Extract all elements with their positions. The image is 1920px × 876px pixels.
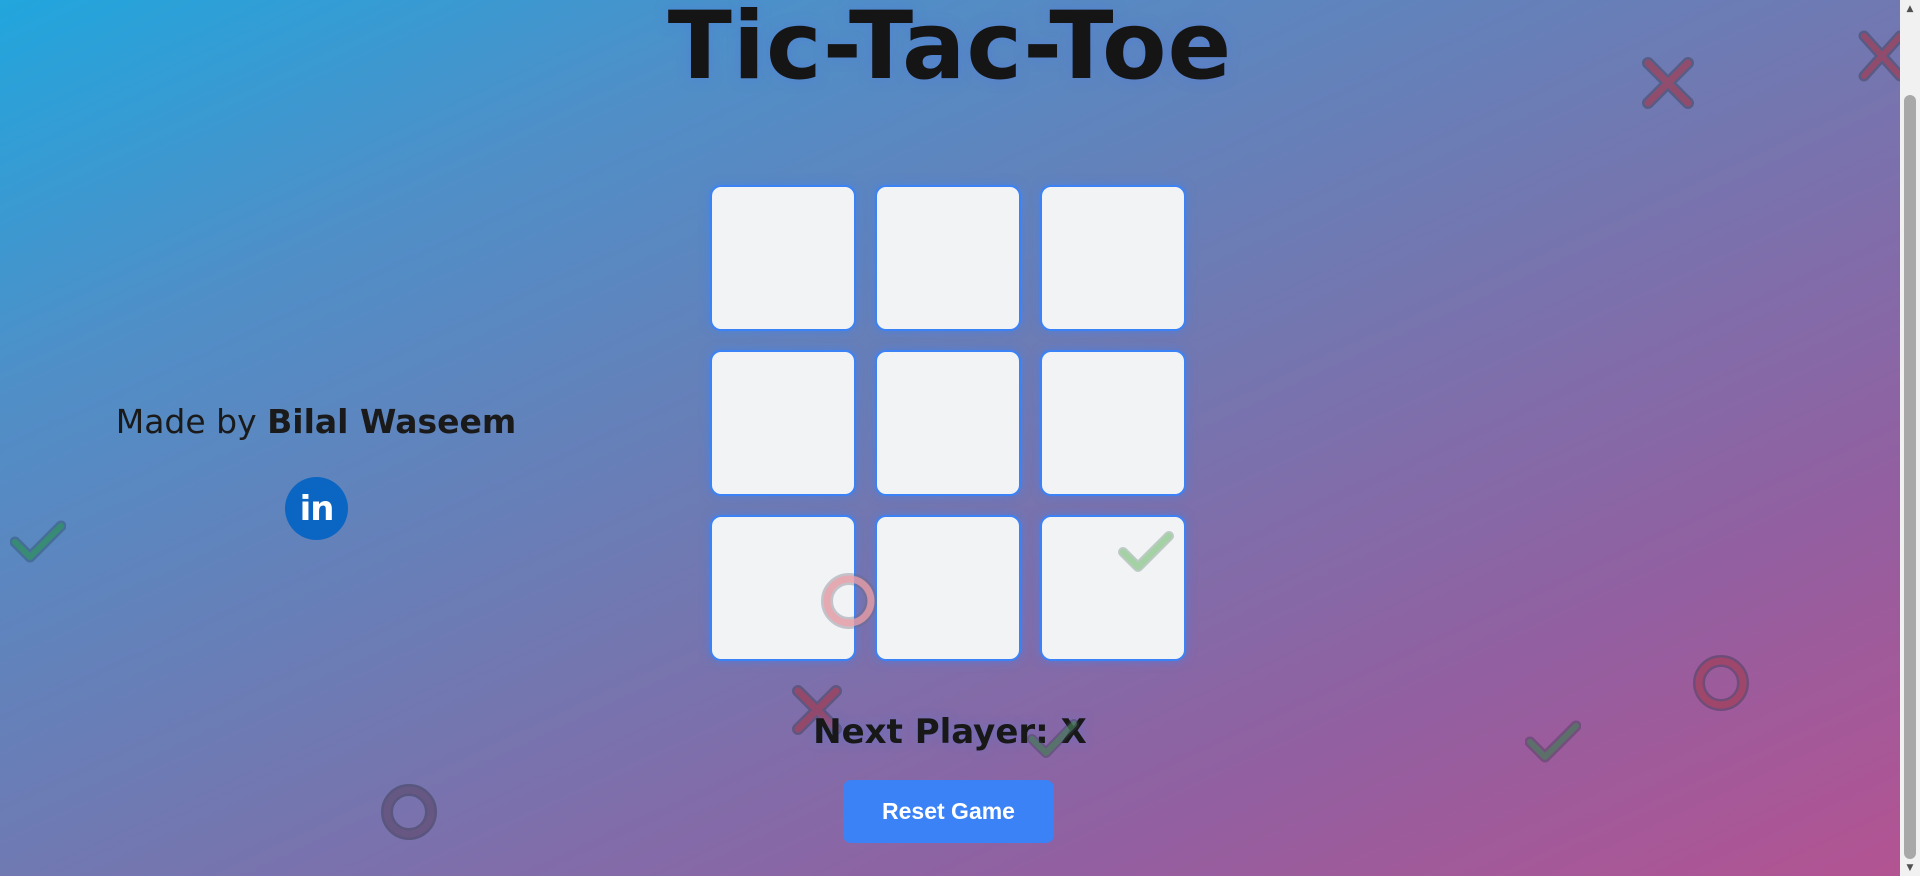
credit-prefix: Made by — [115, 402, 257, 441]
scrollbar-thumb[interactable] — [1904, 95, 1916, 859]
board-cell-6[interactable] — [1040, 350, 1186, 496]
circle-mark-icon — [1693, 655, 1749, 711]
board-cell-4[interactable] — [710, 350, 856, 496]
next-player-status: Next Player: X — [813, 712, 1087, 752]
board-cell-5[interactable] — [875, 350, 1021, 496]
author-name: Bilal Waseem — [267, 402, 517, 441]
author-credit: Made by Bilal Waseem — [60, 402, 572, 441]
board-cell-2[interactable] — [875, 185, 1021, 331]
board-cell-3[interactable] — [1040, 185, 1186, 331]
linkedin-icon[interactable]: in — [285, 477, 348, 540]
game-page: Tic-Tac-Toe Made by Bilal Waseem in Next… — [0, 0, 1900, 876]
linkedin-label: in — [299, 488, 335, 529]
scrollbar[interactable]: ▲ ▼ — [1900, 0, 1920, 876]
check-mark-icon — [10, 520, 66, 563]
page-title: Tic-Tac-Toe — [667, 0, 1233, 101]
scroll-down-icon[interactable]: ▼ — [1900, 859, 1920, 876]
game-board — [710, 185, 1186, 661]
circle-mark-icon — [381, 784, 437, 840]
scroll-up-icon[interactable]: ▲ — [1900, 0, 1920, 17]
board-cell-7[interactable] — [710, 515, 856, 661]
reset-game-button[interactable]: Reset Game — [843, 780, 1054, 843]
board-cell-1[interactable] — [710, 185, 856, 331]
board-cell-8[interactable] — [875, 515, 1021, 661]
board-cell-9[interactable] — [1040, 515, 1186, 661]
